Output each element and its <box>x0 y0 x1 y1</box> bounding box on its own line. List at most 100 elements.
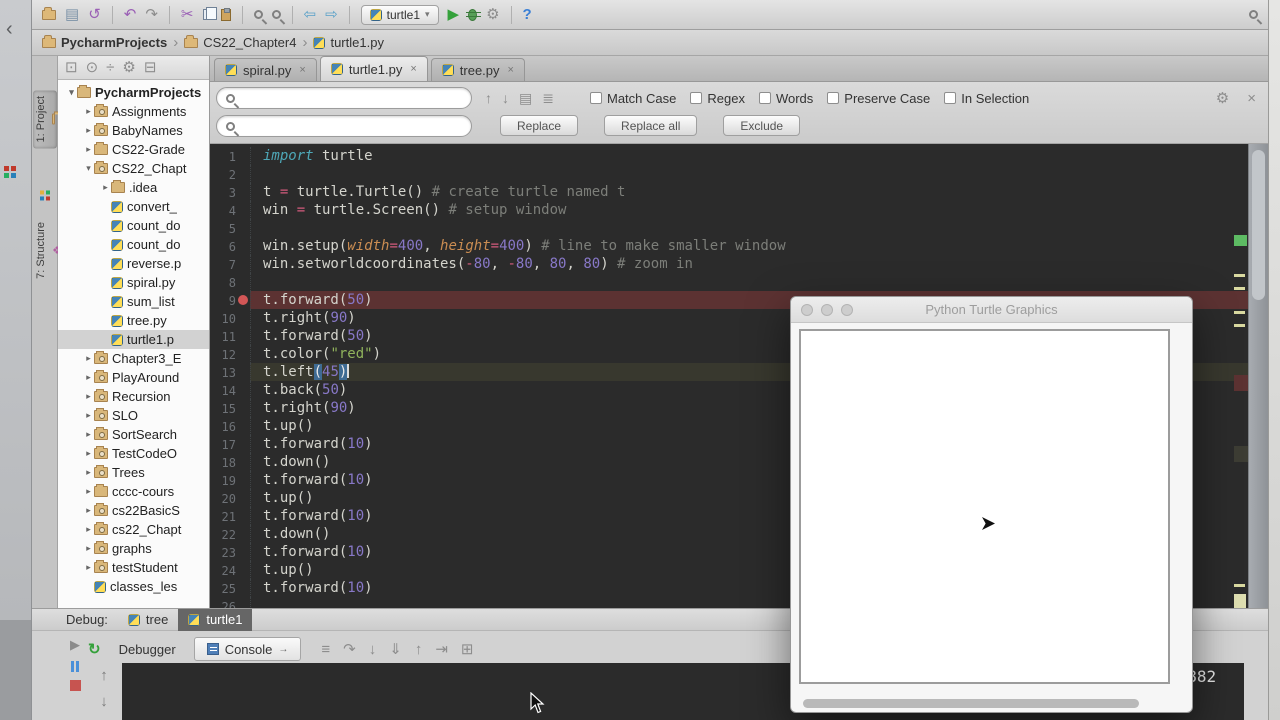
gutter[interactable] <box>236 309 250 327</box>
search-input[interactable] <box>240 91 462 105</box>
gutter[interactable] <box>236 453 250 471</box>
breakpoint-gutter[interactable] <box>236 291 250 309</box>
find-all-icon[interactable]: ▤ <box>519 91 532 105</box>
tree-item-cs22-grade[interactable]: ▸ CS22-Grade <box>58 140 209 159</box>
tree-expander-icon[interactable]: ▸ <box>83 505 94 516</box>
help-icon[interactable]: ? <box>523 7 532 22</box>
tree-item-convert-[interactable]: convert_ <box>58 197 209 216</box>
tree-item-cs22basics[interactable]: ▸ cs22BasicS <box>58 501 209 520</box>
viewmode-icon[interactable]: ⊡ <box>65 60 78 75</box>
tree-item-assignments[interactable]: ▸ Assignments <box>58 102 209 121</box>
code-line-4[interactable]: 4 win = turtle.Screen() # setup window <box>210 201 1248 219</box>
checkbox-icon[interactable] <box>690 92 703 104</box>
tree-item-cccc-cours[interactable]: ▸ cccc-cours <box>58 482 209 501</box>
tree-expander-icon[interactable]: ▸ <box>83 486 94 497</box>
tree-item-sortsearch[interactable]: ▸ SortSearch <box>58 425 209 444</box>
gutter[interactable] <box>236 543 250 561</box>
breadcrumb-item[interactable]: PycharmProjects <box>42 34 167 50</box>
tab-debugger[interactable]: Debugger <box>107 637 188 661</box>
checkbox-icon[interactable] <box>827 92 840 104</box>
locate-icon[interactable]: ⊙ <box>86 60 99 75</box>
stripe-mark[interactable] <box>1234 375 1248 391</box>
stripe-mark[interactable] <box>1234 324 1245 327</box>
gutter[interactable] <box>236 435 250 453</box>
stripe-mark[interactable] <box>1234 311 1245 314</box>
breakpoint-icon[interactable] <box>238 295 248 305</box>
checkbox-match-case[interactable]: Match Case <box>590 91 676 106</box>
tree-item-sum-list[interactable]: sum_list <box>58 292 209 311</box>
scroll-up-icon[interactable]: ↑ <box>100 667 108 684</box>
gutter[interactable] <box>236 507 250 525</box>
tree-expander-icon[interactable]: ▸ <box>83 372 94 383</box>
debug-session-tab-turtle1[interactable]: turtle1 <box>178 608 253 631</box>
tab-spiral-py[interactable]: spiral.py × <box>214 58 317 81</box>
code-line-2[interactable]: 2 <box>210 165 1248 183</box>
gutter[interactable] <box>236 579 250 597</box>
tree-item-spiral-py[interactable]: spiral.py <box>58 273 209 292</box>
replace-all-button[interactable]: Replace all <box>604 115 698 136</box>
tree-item-count-do[interactable]: count_do <box>58 216 209 235</box>
tree-expander-icon[interactable]: ▸ <box>83 524 94 535</box>
filter-gear-icon[interactable]: ⚙ <box>1216 91 1229 106</box>
tree-expander-icon[interactable]: ▸ <box>83 429 94 440</box>
breadcrumb-item[interactable]: turtle1.py <box>313 35 384 50</box>
close-tab-icon[interactable]: × <box>508 64 514 76</box>
debug-session-tab-tree[interactable]: tree <box>118 609 178 631</box>
close-window-icon[interactable] <box>801 304 813 316</box>
back-icon[interactable]: ⇦ <box>304 7 317 22</box>
tab-console[interactable]: Console → <box>193 637 302 661</box>
sidebar-item-project[interactable]: 1: Project <box>33 90 57 201</box>
tree-item-testcodeo[interactable]: ▸ TestCodeO <box>58 444 209 463</box>
gutter[interactable] <box>236 597 250 608</box>
code-line-6[interactable]: 6 win.setup(width=400, height=400) # line… <box>210 237 1248 255</box>
close-find-icon[interactable]: × <box>1247 91 1256 106</box>
open-folder-icon[interactable] <box>42 6 56 20</box>
step-over-icon[interactable]: ↷ <box>343 642 356 657</box>
tree-item-trees[interactable]: ▸ Trees <box>58 463 209 482</box>
checkbox-icon[interactable] <box>944 92 957 104</box>
replace-button[interactable]: Replace <box>500 115 579 136</box>
code-line-8[interactable]: 8 <box>210 273 1248 291</box>
step-out-icon[interactable]: ↑ <box>415 642 423 657</box>
turtle-window-titlebar[interactable]: Python Turtle Graphics <box>791 297 1192 323</box>
resume-icon[interactable]: ▶ <box>70 637 80 653</box>
stripe-mark[interactable] <box>1234 274 1245 277</box>
gutter[interactable] <box>236 201 250 219</box>
tree-expander-icon[interactable]: ▸ <box>83 410 94 421</box>
checkbox-icon[interactable] <box>758 92 771 104</box>
breadcrumb-item[interactable]: CS22_Chapter4 <box>184 34 296 50</box>
zoom-window-icon[interactable] <box>841 304 853 316</box>
tree-item-reverse-p[interactable]: reverse.p <box>58 254 209 273</box>
gutter[interactable] <box>236 417 250 435</box>
save-icon[interactable]: ▤ <box>65 7 79 22</box>
show-execution-point-icon[interactable]: ≡ <box>321 642 330 657</box>
turtle-horizontal-scrollbar[interactable] <box>803 699 1139 708</box>
tree-expander-icon[interactable]: ▸ <box>83 543 94 554</box>
tree-item-chapter3-e[interactable]: ▸ Chapter3_E <box>58 349 209 368</box>
tree-expander-icon[interactable]: ▸ <box>83 562 94 573</box>
turtle-graphics-window[interactable]: Python Turtle Graphics <box>790 296 1193 713</box>
gutter[interactable] <box>236 273 250 291</box>
stripe-mark[interactable] <box>1234 594 1246 608</box>
close-tab-icon[interactable]: × <box>299 64 305 76</box>
tree-item-recursion[interactable]: ▸ Recursion <box>58 387 209 406</box>
checkbox-regex[interactable]: Regex <box>690 91 745 106</box>
checkbox-icon[interactable] <box>590 92 602 104</box>
tree-expander-icon[interactable]: ▾ <box>66 87 77 98</box>
stripe-mark[interactable] <box>1234 235 1247 246</box>
tree-expander-icon[interactable]: ▸ <box>100 182 111 193</box>
tree-item-classes-les[interactable]: classes_les <box>58 577 209 596</box>
debug-icon[interactable] <box>466 8 482 21</box>
gutter[interactable] <box>236 237 250 255</box>
stripe-mark[interactable] <box>1234 584 1245 587</box>
gutter[interactable] <box>236 489 250 507</box>
replace-input[interactable] <box>240 119 462 133</box>
gutter[interactable] <box>236 219 250 237</box>
next-occurrence-icon[interactable]: ↓ <box>502 91 509 105</box>
gutter[interactable] <box>236 363 250 381</box>
tree-item--idea[interactable]: ▸ .idea <box>58 178 209 197</box>
code-line-3[interactable]: 3 t = turtle.Turtle() # create turtle nam… <box>210 183 1248 201</box>
sidebar-item-structure[interactable]: 7: Structure ❖ <box>33 216 62 285</box>
forward-icon[interactable]: ⇨ <box>325 7 338 22</box>
tree-item-graphs[interactable]: ▸ graphs <box>58 539 209 558</box>
